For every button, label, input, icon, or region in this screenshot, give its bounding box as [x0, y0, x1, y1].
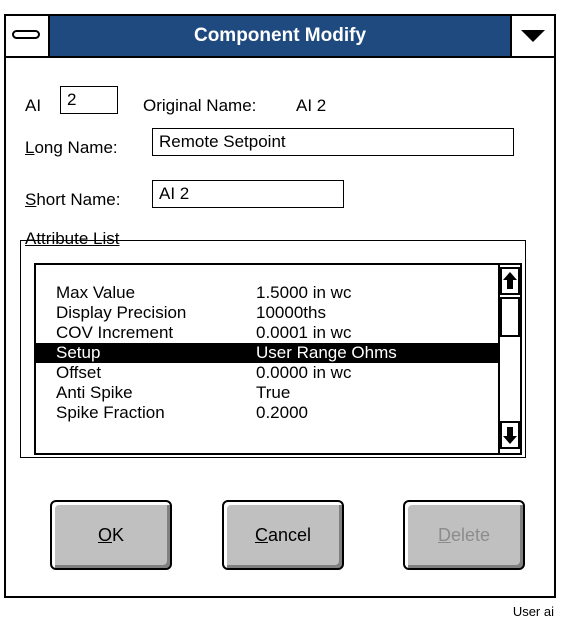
ok-label: K	[112, 525, 125, 545]
attribute-value: 10000ths	[256, 303, 326, 322]
dropdown-button[interactable]	[510, 16, 554, 56]
list-item[interactable]: Anti Spike True	[36, 383, 498, 403]
attribute-name: COV Increment	[56, 323, 174, 342]
attribute-name: Display Precision	[56, 303, 187, 322]
list-item[interactable]: COV Increment 0.0001 in wc	[36, 323, 498, 343]
list-item[interactable]: Offset 0.0000 in wc	[36, 363, 498, 383]
delete-label: elete	[450, 525, 491, 545]
attribute-value: True	[256, 383, 291, 402]
attribute-value: User Range Ohms	[256, 343, 397, 362]
cancel-mnemonic: C	[254, 525, 268, 545]
cancel-button[interactable]: Cancel	[222, 500, 344, 570]
delete-button[interactable]: Delete	[403, 500, 525, 570]
cancel-label: ancel	[267, 525, 312, 545]
scroll-down-button[interactable]	[500, 421, 520, 449]
scroll-thumb[interactable]	[500, 297, 520, 337]
long-name-label: Long Name:	[25, 138, 118, 158]
short-name-label: Short Name:	[25, 190, 120, 210]
short-name-input[interactable]: AI 2	[152, 180, 344, 208]
system-menu-button[interactable]	[6, 16, 50, 56]
attribute-value: 0.0001 in wc	[256, 323, 352, 342]
attribute-name: Max Value	[56, 283, 136, 302]
vertical-scrollbar[interactable]	[498, 265, 520, 453]
arrow-up-icon	[503, 272, 517, 289]
list-item[interactable]: Display Precision 10000ths	[36, 303, 498, 323]
ok-button[interactable]: OK	[50, 500, 172, 570]
list-item[interactable]: Spike Fraction 0.2000	[36, 403, 498, 423]
ai-number-field[interactable]: 2	[60, 86, 118, 114]
figure-caption: User ai	[512, 604, 554, 619]
attribute-name: Spike Fraction	[56, 403, 165, 422]
scroll-up-button[interactable]	[500, 267, 520, 295]
short-name-label-text: hort Name:	[36, 190, 121, 209]
short-name-mnemonic: S	[25, 190, 37, 209]
ai-label: AI	[25, 96, 42, 115]
long-name-label-text: ong Name:	[34, 138, 118, 157]
chevron-down-icon	[521, 30, 545, 42]
attribute-listbox[interactable]: Max Value 1.5000 in wc Display Precision…	[34, 263, 522, 455]
attribute-name: Anti Spike	[56, 383, 133, 402]
attribute-value: 0.0000 in wc	[256, 363, 352, 382]
title-bar: Component Modify	[6, 16, 554, 58]
system-menu-icon	[12, 30, 40, 39]
window-title: Component Modify	[193, 25, 367, 46]
original-name-label: Original Name:	[143, 96, 257, 115]
ok-mnemonic: O	[97, 525, 112, 545]
list-item[interactable]: Max Value 1.5000 in wc	[36, 283, 498, 303]
attribute-name: Offset	[56, 363, 102, 382]
attribute-value: 1.5000 in wc	[256, 283, 352, 302]
attribute-value: 0.2000	[256, 403, 308, 422]
attribute-name: Setup	[56, 343, 101, 362]
original-name-value: AI 2	[296, 96, 327, 115]
long-name-input[interactable]: Remote Setpoint	[152, 128, 514, 156]
delete-mnemonic: D	[437, 525, 451, 545]
list-item-selected[interactable]: Setup User Range Ohms	[36, 343, 498, 363]
arrow-down-icon	[503, 427, 517, 444]
